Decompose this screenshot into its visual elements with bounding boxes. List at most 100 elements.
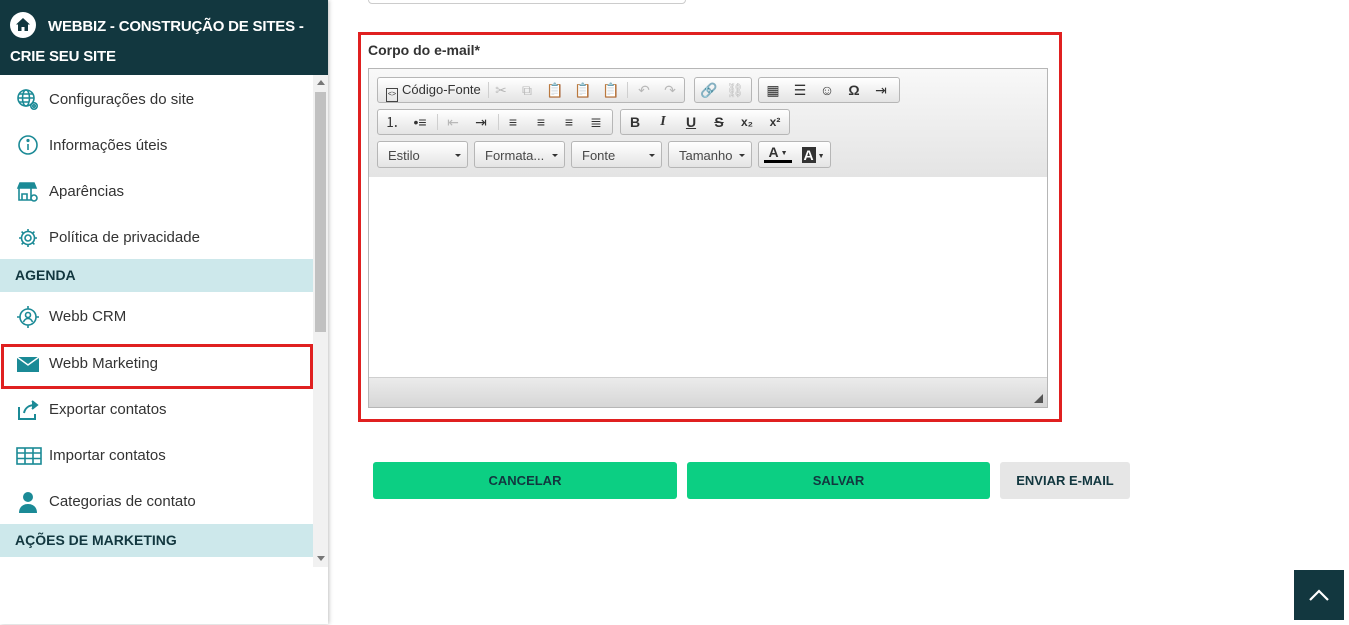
- send-email-button[interactable]: ENVIAR E-MAIL: [1000, 462, 1130, 499]
- sidebar-item-label: Aparências: [49, 183, 125, 200]
- size-dropdown[interactable]: Tamanho: [668, 141, 752, 168]
- page-break-icon[interactable]: ⇥: [870, 80, 892, 100]
- webb-marketing-highlight: [1, 344, 313, 389]
- bold-icon[interactable]: B: [624, 112, 646, 132]
- globe-gear-icon: [16, 88, 40, 112]
- unlink-icon[interactable]: ⛓: [724, 80, 746, 100]
- gear-icon: [16, 226, 40, 250]
- source-label: Código-Fonte: [402, 82, 481, 97]
- scroll-up-arrow-icon[interactable]: [317, 80, 325, 85]
- rich-text-editor: <> Código-Fonte ✂ ⧉ 📋 📋 📋 ↶ ↷ 🔗 ⛓ ▦ ☰ ☺ Ω…: [368, 68, 1048, 408]
- toolbar-group-insert: ▦ ☰ ☺ Ω ⇥: [758, 77, 900, 103]
- sidebar-item-webb-crm[interactable]: Webb CRM: [0, 294, 313, 340]
- text-color-glyph: A: [768, 144, 779, 160]
- underline-icon[interactable]: U: [680, 112, 702, 132]
- sidebar-item-exportar[interactable]: Exportar contatos: [0, 387, 313, 433]
- paste-word-icon[interactable]: 📋: [600, 80, 622, 100]
- undo-icon[interactable]: ↶: [633, 80, 655, 100]
- section-acoes-marketing: AÇÕES DE MARKETING: [0, 524, 313, 557]
- sidebar-item-informacoes[interactable]: Informações úteis: [0, 123, 313, 169]
- bg-color-glyph: A: [801, 147, 816, 163]
- toolbar-separator: [627, 82, 628, 98]
- sidebar-item-label: Exportar contatos: [49, 401, 167, 418]
- back-to-top-button[interactable]: [1294, 570, 1344, 620]
- align-center-icon[interactable]: ≡: [530, 112, 552, 132]
- copy-icon[interactable]: ⧉: [516, 80, 538, 100]
- crm-target-icon: [16, 305, 40, 329]
- toolbar-separator: [437, 114, 438, 130]
- format-dropdown[interactable]: Formata...: [474, 141, 565, 168]
- toolbar-separator: [498, 114, 499, 130]
- align-right-icon[interactable]: ≡: [558, 112, 580, 132]
- italic-icon[interactable]: I: [652, 112, 674, 132]
- background-color-icon[interactable]: A ▼: [799, 145, 827, 165]
- format-dropdown-value: Formata...: [485, 148, 545, 163]
- chevron-up-icon: [1309, 589, 1329, 601]
- special-char-icon[interactable]: Ω: [843, 80, 865, 100]
- site-title: WEBBIZ - CONSTRUÇÃO DE SITES - CRIE SEU …: [10, 18, 304, 65]
- toolbar-separator: [488, 82, 489, 98]
- editor-statusbar: [369, 378, 1047, 407]
- scroll-down-arrow-icon[interactable]: [317, 556, 325, 561]
- table-insert-icon[interactable]: ▦: [762, 80, 784, 100]
- align-left-icon[interactable]: ≡: [502, 112, 524, 132]
- indent-icon[interactable]: ⇥: [470, 112, 492, 132]
- toolbar-group-document: <> Código-Fonte ✂ ⧉ 📋 📋 📋 ↶ ↷: [377, 77, 685, 103]
- sidebar-item-categorias[interactable]: Categorias de contato: [0, 479, 313, 525]
- resize-handle-icon[interactable]: [1034, 394, 1043, 403]
- sidebar-item-aparencias[interactable]: Aparências: [0, 169, 313, 215]
- sidebar-item-label: Configurações do site: [49, 91, 195, 108]
- style-dropdown[interactable]: Estilo: [377, 141, 468, 168]
- sidebar-item-politica[interactable]: Política de privacidade: [0, 215, 313, 261]
- superscript-icon[interactable]: x²: [764, 112, 786, 132]
- numbered-list-icon[interactable]: ⒈: [381, 112, 403, 132]
- email-body-editor-area[interactable]: [369, 177, 1047, 378]
- info-icon: [16, 134, 40, 158]
- outdent-icon[interactable]: ⇤: [442, 112, 464, 132]
- align-justify-icon[interactable]: ≣: [585, 112, 607, 132]
- email-body-label: Corpo do e-mail*: [368, 42, 481, 58]
- sidebar: WEBBIZ - CONSTRUÇÃO DE SITES - CRIE SEU …: [0, 0, 328, 624]
- subscript-icon[interactable]: x₂: [736, 112, 758, 132]
- font-dropdown-value: Fonte: [582, 148, 616, 163]
- sidebar-scrollbar[interactable]: [313, 75, 328, 567]
- font-dropdown[interactable]: Fonte: [571, 141, 662, 168]
- text-color-icon[interactable]: A ▼: [764, 145, 792, 163]
- cancel-button[interactable]: CANCELAR: [373, 462, 677, 499]
- sidebar-item-importar[interactable]: Importar contatos: [0, 433, 313, 479]
- toolbar-group-colors: A ▼ A ▼: [758, 141, 831, 168]
- sidebar-item-label: Categorias de contato: [49, 493, 196, 510]
- scroll-thumb[interactable]: [315, 92, 326, 332]
- chevron-down-icon: [649, 154, 655, 157]
- bulleted-list-icon[interactable]: •≡: [409, 112, 431, 132]
- style-dropdown-value: Estilo: [388, 148, 420, 163]
- sidebar-item-label: Informações úteis: [49, 137, 168, 154]
- store-icon: [16, 180, 40, 204]
- chevron-down-icon: [455, 154, 461, 157]
- home-icon[interactable]: [10, 12, 36, 39]
- editor-toolbar: <> Código-Fonte ✂ ⧉ 📋 📋 📋 ↶ ↷ 🔗 ⛓ ▦ ☰ ☺ Ω…: [369, 69, 1047, 178]
- user-icon: [16, 490, 40, 514]
- cut-icon[interactable]: ✂: [490, 80, 512, 100]
- section-agenda: AGENDA: [0, 259, 313, 292]
- sidebar-item-configuracoes[interactable]: Configurações do site: [0, 77, 313, 123]
- smiley-icon[interactable]: ☺: [816, 80, 838, 100]
- table-icon: [16, 444, 42, 468]
- export-icon: [16, 398, 40, 422]
- previous-field-input[interactable]: [368, 0, 686, 4]
- paste-icon[interactable]: 📋: [544, 80, 566, 100]
- redo-icon[interactable]: ↷: [659, 80, 681, 100]
- sidebar-header[interactable]: WEBBIZ - CONSTRUÇÃO DE SITES - CRIE SEU …: [0, 0, 328, 75]
- sidebar-item-label: Importar contatos: [49, 447, 166, 464]
- link-icon[interactable]: 🔗: [698, 80, 720, 100]
- horizontal-line-icon[interactable]: ☰: [789, 80, 811, 100]
- strikethrough-icon[interactable]: S: [708, 112, 730, 132]
- save-button[interactable]: SALVAR: [687, 462, 990, 499]
- toolbar-group-links: 🔗 ⛓: [694, 77, 752, 103]
- source-button[interactable]: <> Código-Fonte: [381, 80, 485, 102]
- chevron-down-icon: [552, 154, 558, 157]
- sidebar-item-label: Webb CRM: [49, 308, 127, 325]
- paste-text-icon[interactable]: 📋: [572, 80, 594, 100]
- toolbar-group-basicstyles: B I U S x₂ x²: [620, 109, 790, 135]
- source-icon: <>: [386, 88, 398, 102]
